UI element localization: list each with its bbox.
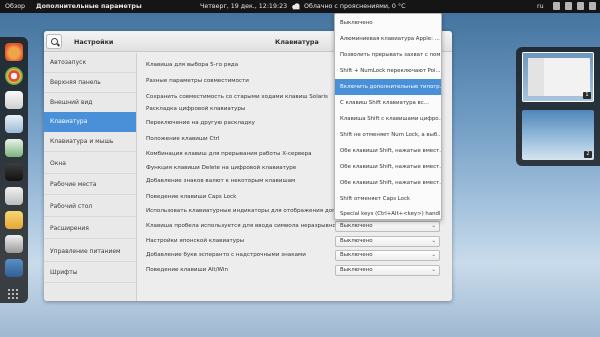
menu-item[interactable]: Алюминиевая клавиатура Apple: ...	[335, 31, 441, 47]
setting-label: Поведение клавиши Caps Lock	[146, 194, 237, 200]
setting-combo[interactable]: Выключено ⌄	[335, 221, 440, 232]
menu-item[interactable]: Shift + NumLock переключают Poi...	[335, 63, 441, 79]
workspace-thumbnail[interactable]: 2	[522, 110, 594, 160]
options-dropdown-menu: Выключено Алюминиевая клавиатура Apple: …	[334, 13, 442, 220]
software-icon[interactable]	[5, 187, 23, 205]
keyboard-layout-indicator[interactable]: ru	[537, 3, 544, 10]
window-thumbnail	[528, 58, 590, 96]
activities-button[interactable]: Обзор	[5, 3, 25, 10]
firefox-icon[interactable]	[5, 43, 23, 61]
dash	[0, 37, 28, 303]
sidebar-item-workspaces[interactable]: Рабочие места	[44, 175, 136, 195]
combo-value: Выключено	[340, 252, 373, 258]
music-icon[interactable]	[5, 139, 23, 157]
weather-indicator[interactable]: Облачно с прояснениями, 0 °C	[291, 2, 405, 10]
chevron-down-icon: ⌄	[431, 238, 436, 244]
clock[interactable]: Четверг, 19 дек., 12:19:23	[200, 3, 287, 10]
user-icon[interactable]	[589, 2, 596, 10]
chevron-down-icon: ⌄	[431, 267, 436, 273]
disk-icon[interactable]	[5, 259, 23, 277]
menu-item[interactable]: Обе клавиши Shift, нажатые вмест...	[335, 159, 441, 175]
menu-item[interactable]: Обе клавиши Shift, нажатые вмест...	[335, 175, 441, 191]
sidebar-item-autostart[interactable]: Автозапуск	[44, 53, 136, 73]
setting-label: Настройки японской клавиатуры	[146, 238, 245, 244]
chevron-down-icon: ⌄	[431, 252, 436, 258]
battery-icon[interactable]	[577, 2, 584, 10]
setting-label: Поведение клавиши Alt/Win	[146, 267, 228, 273]
weather-text: Облачно с прояснениями, 0 °C	[304, 2, 406, 10]
setting-combo[interactable]: Выключено ⌄	[335, 236, 440, 247]
sidebar-item-keyboard-mouse[interactable]: Клавиатура и мышь	[44, 132, 136, 152]
top-bar: Обзор Дополнительные параметры Четверг, …	[0, 0, 600, 13]
chrome-icon[interactable]	[5, 67, 23, 85]
workspace-number: 1	[583, 92, 591, 99]
setting-label: Функция клавиши Delete на цифровой клави…	[146, 165, 297, 171]
setting-label: Положение клавиши Ctrl	[146, 136, 220, 142]
show-apps-icon[interactable]	[8, 289, 18, 299]
setting-label: Сохранить совместимость со старыми ходам…	[146, 94, 328, 100]
chevron-down-icon: ⌄	[431, 223, 436, 229]
setting-combo[interactable]: Выключено ⌄	[335, 250, 440, 261]
sidebar-item-keyboard[interactable]: Клавиатура	[44, 112, 136, 132]
menu-item[interactable]: Выключено	[335, 15, 441, 31]
app-menu[interactable]: Дополнительные параметры	[36, 3, 142, 10]
menu-item[interactable]: Позволить прерывать захват с пом...	[335, 47, 441, 63]
page-title: Клавиатура	[275, 38, 319, 46]
menu-item[interactable]: Клавиша Shift с клавишами цифро...	[335, 111, 441, 127]
setting-label: Комбинация клавиш для прерывания работы …	[146, 151, 312, 157]
screenshot-icon[interactable]	[5, 235, 23, 253]
workspace-switcher: 1 2	[516, 47, 600, 166]
setting-combo[interactable]: Выключено ⌄	[335, 265, 440, 276]
setting-label: Добавление знаков валют к некоторым клав…	[146, 178, 296, 184]
menu-item[interactable]: Special keys (Ctrl+Alt+<key>) handl...	[335, 206, 441, 222]
system-tray	[553, 2, 596, 10]
combo-value: Выключено	[340, 223, 373, 229]
workspace-number: 2	[584, 151, 592, 158]
volume-icon[interactable]	[565, 2, 572, 10]
sidebar: Автозапуск Верхняя панель Внешний вид Кл…	[44, 53, 137, 301]
sidebar-title: Настройки	[74, 38, 114, 46]
menu-item[interactable]: Обе клавиши Shift, нажатые вмест...	[335, 143, 441, 159]
search-button[interactable]	[46, 34, 62, 49]
sidebar-item-extensions[interactable]: Расширения	[44, 219, 136, 239]
setting-label: Клавиша для выбора 5-го ряда	[146, 62, 239, 68]
setting-label: Раскладка цифровой клавиатуры	[146, 106, 246, 112]
combo-value: Выключено	[340, 267, 373, 273]
setting-label: Клавиша пробела используется для ввода с…	[146, 223, 354, 229]
sidebar-item-desktop[interactable]: Рабочий стол	[44, 197, 136, 217]
setting-label: Добавление букв эсперанто с надстрочными…	[146, 252, 306, 258]
menu-item[interactable]: С клавиш Shift клавиатура вс...	[335, 95, 441, 111]
workspace-thumbnail[interactable]: 1	[522, 52, 594, 102]
accessibility-icon[interactable]	[553, 2, 560, 10]
text-editor-icon[interactable]	[5, 211, 23, 229]
mail-icon[interactable]	[5, 91, 23, 109]
setting-label: Использовать клавиатурные индикаторы для…	[146, 208, 352, 214]
files-icon[interactable]	[5, 163, 23, 181]
menu-item[interactable]: Shift отменяет Caps Lock	[335, 191, 441, 207]
sidebar-item-appearance[interactable]: Внешний вид	[44, 93, 136, 113]
menu-item-highlighted[interactable]: Включить дополнительные типогр...	[335, 79, 441, 95]
combo-value: Выключено	[340, 238, 373, 244]
sidebar-item-fonts[interactable]: Шрифты	[44, 263, 136, 283]
setting-label: Разные параметры совместимости	[146, 78, 249, 84]
menu-item[interactable]: Shift не отменяет Num Lock, а выб...	[335, 127, 441, 143]
chat-icon[interactable]	[5, 115, 23, 133]
cloud-icon	[292, 3, 300, 10]
sidebar-item-windows[interactable]: Окна	[44, 154, 136, 174]
sidebar-item-top-bar[interactable]: Верхняя панель	[44, 73, 136, 93]
setting-label: Переключение на другую раскладку	[146, 120, 255, 126]
sidebar-item-power[interactable]: Управление питанием	[44, 242, 136, 262]
